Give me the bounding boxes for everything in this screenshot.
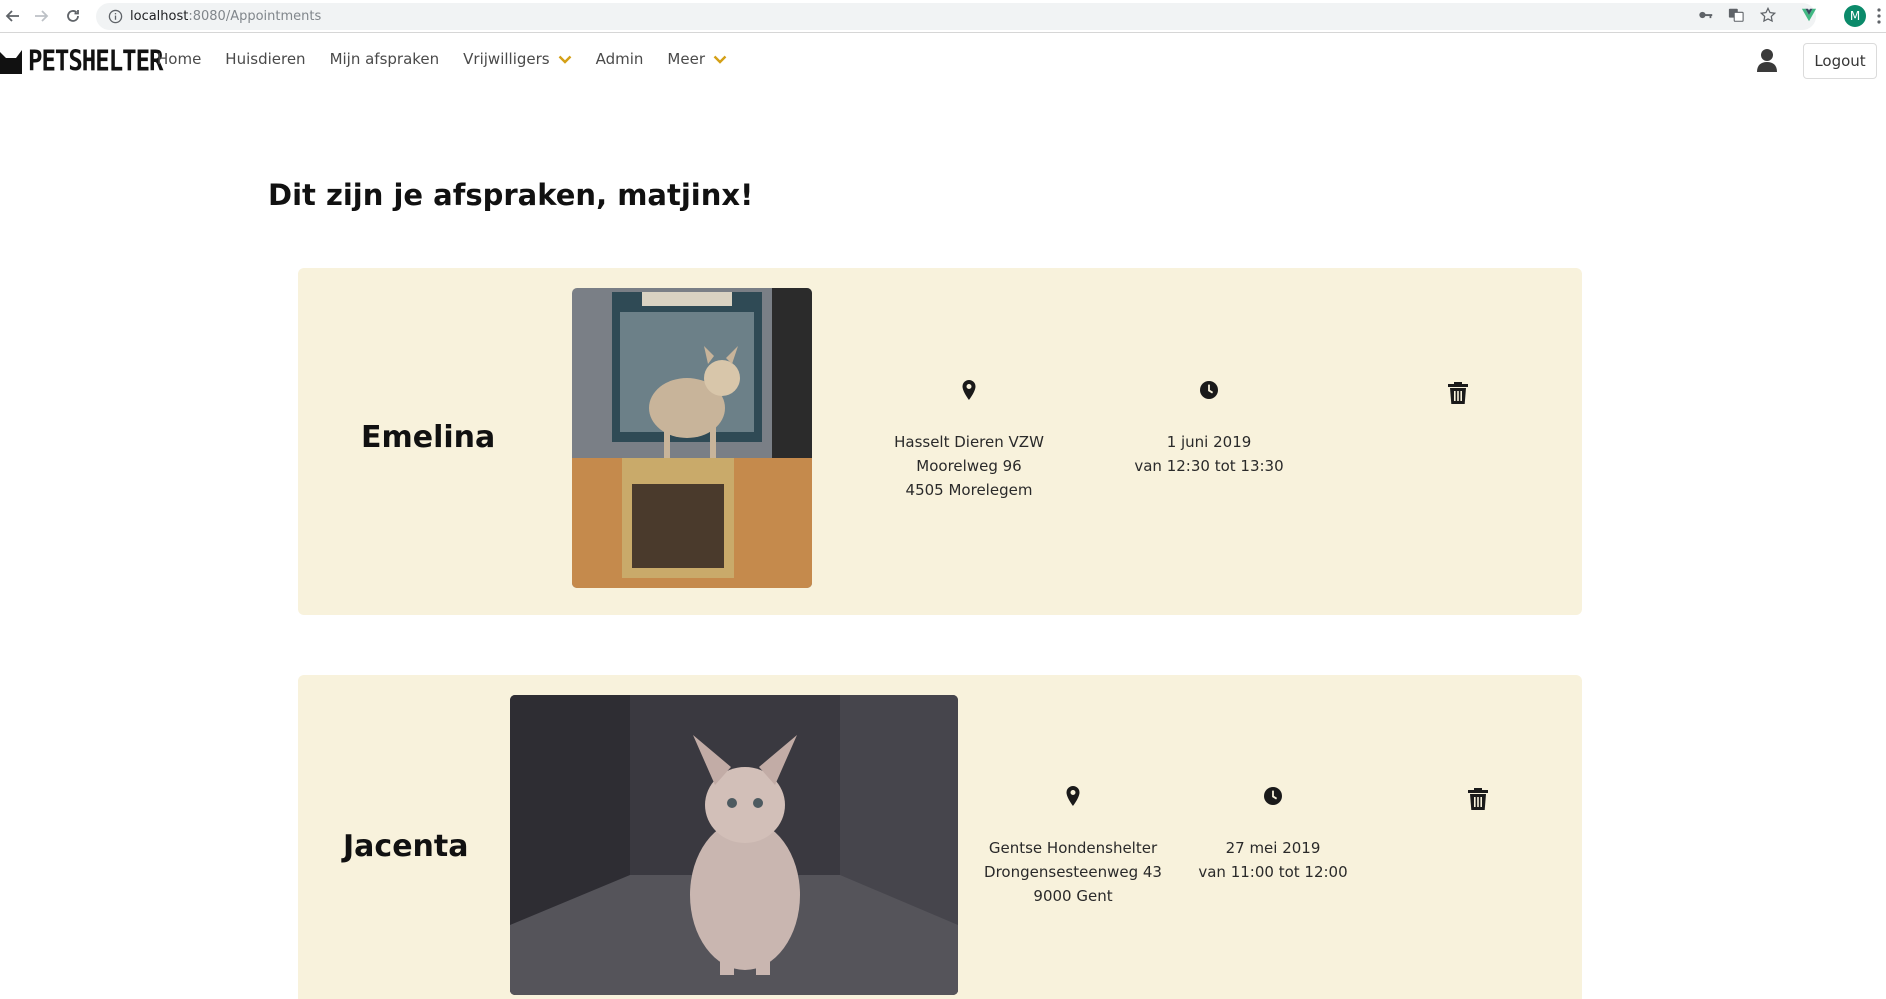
logout-button[interactable]: Logout (1803, 43, 1877, 79)
more-menu-icon[interactable] (1876, 7, 1882, 25)
appointment-hours: van 11:00 tot 12:00 (1198, 863, 1348, 881)
page-title: Dit zijn je afspraken, matjinx! (268, 178, 754, 212)
trash-icon[interactable] (1448, 382, 1468, 404)
nav-meer[interactable]: Meer (667, 50, 727, 68)
appointment-hours: van 12:30 tot 13:30 (1134, 457, 1284, 475)
chevron-down-icon (558, 55, 571, 64)
location-street: Drongensesteenweg 43 (984, 863, 1162, 881)
location-pin-icon (1066, 786, 1080, 806)
location-city: 9000 Gent (1033, 887, 1113, 905)
pet-photo (510, 695, 958, 995)
nav-vrijwilligers-label: Vrijwilligers (463, 50, 550, 68)
cat-logo-icon (0, 50, 22, 74)
translate-icon[interactable] (1727, 6, 1745, 24)
nav-huisdieren[interactable]: Huisdieren (225, 50, 305, 68)
info-icon[interactable] (108, 9, 123, 24)
nav-links: Home Huisdieren Mijn afspraken Vrijwilli… (157, 50, 751, 68)
appointment-date: 1 juni 2019 (1166, 433, 1252, 451)
appointment-card: Emelina Hasselt Dieren VZW Moorelweg 96 … (298, 268, 1582, 615)
pet-photo (572, 288, 812, 588)
nav-mijn-afspraken[interactable]: Mijn afspraken (330, 50, 440, 68)
vue-devtools-icon[interactable] (1800, 6, 1818, 24)
forward-icon[interactable] (30, 5, 52, 27)
nav-home[interactable]: Home (157, 50, 201, 68)
nav-vrijwilligers[interactable]: Vrijwilligers (463, 50, 571, 68)
trash-icon[interactable] (1468, 788, 1488, 810)
appointment-date: 27 mei 2019 (1225, 839, 1321, 857)
location-name: Gentse Hondenshelter (988, 839, 1158, 857)
location-pin-icon (962, 380, 976, 400)
bookmark-star-icon[interactable] (1759, 6, 1777, 24)
appointment-card: Jacenta Gentse Hondenshelter Drongensest… (298, 675, 1582, 999)
location-street: Moorelweg 96 (916, 457, 1022, 475)
pet-name: Emelina (361, 420, 496, 455)
chevron-down-icon (713, 55, 727, 64)
clock-icon (1200, 381, 1218, 399)
appointment-time: 27 mei 2019 van 11:00 tot 12:00 (1198, 786, 1348, 884)
url-text: localhost:8080/Appointments (130, 9, 322, 24)
location-city: 4505 Morelegem (905, 481, 1033, 499)
petshelter-logo[interactable]: PETSHELTER (0, 44, 163, 78)
back-icon[interactable] (2, 5, 24, 27)
key-icon[interactable] (1697, 6, 1715, 24)
user-icon[interactable] (1756, 48, 1778, 72)
profile-avatar[interactable]: M (1844, 5, 1866, 27)
appointment-location: Gentse Hondenshelter Drongensesteenweg 4… (978, 786, 1168, 908)
address-bar[interactable]: localhost:8080/Appointments (96, 3, 1816, 30)
location-name: Hasselt Dieren VZW (894, 433, 1044, 451)
main-navbar: PETSHELTER Home Huisdieren Mijn afsprake… (0, 34, 1886, 86)
nav-meer-label: Meer (667, 50, 705, 68)
nav-admin[interactable]: Admin (596, 50, 644, 68)
browser-toolbar: localhost:8080/Appointments M (0, 0, 1886, 33)
reload-icon[interactable] (62, 5, 84, 27)
appointment-time: 1 juni 2019 van 12:30 tot 13:30 (1134, 380, 1284, 478)
pet-name: Jacenta (343, 829, 469, 864)
clock-icon (1264, 787, 1282, 805)
appointment-location: Hasselt Dieren VZW Moorelweg 96 4505 Mor… (892, 380, 1046, 502)
